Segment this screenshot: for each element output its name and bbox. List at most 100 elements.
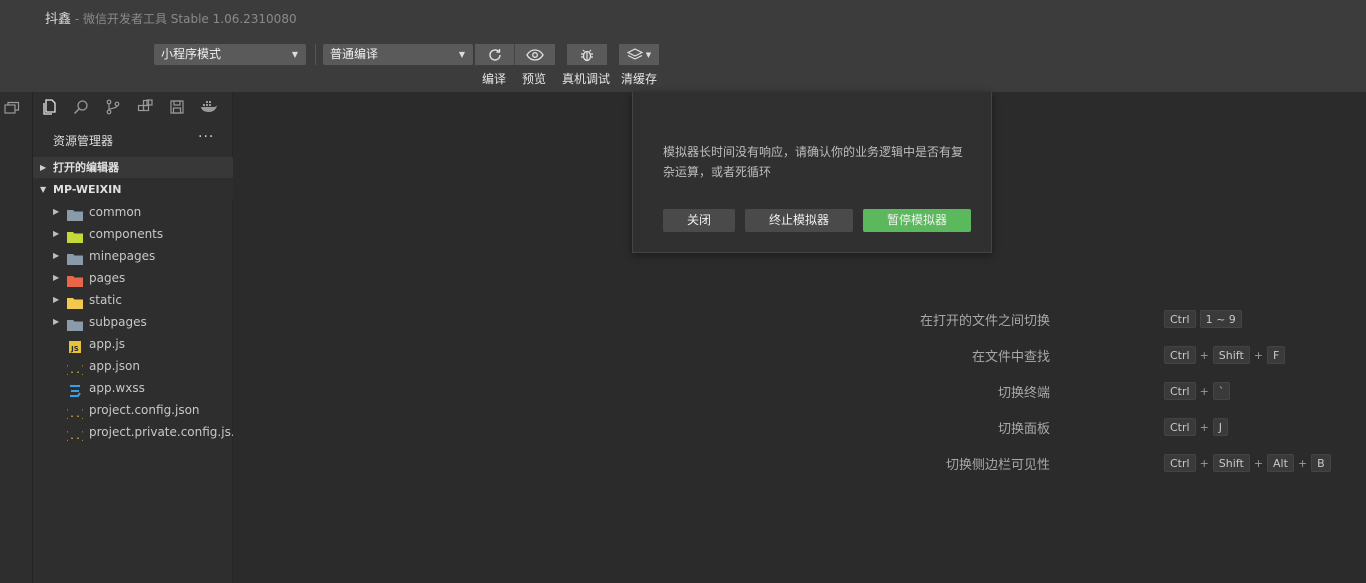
- shortcut-label: 切换侧边栏可见性: [945, 458, 1050, 473]
- explorer-tab[interactable]: [33, 92, 65, 122]
- git-branch-icon: [106, 99, 120, 115]
- shortcut-label: 切换终端: [997, 386, 1050, 401]
- svg-text:{..}: {..}: [67, 431, 83, 441]
- remote-debug-button[interactable]: [567, 44, 607, 65]
- tree-item[interactable]: {..} app.json: [33, 355, 233, 377]
- tree-item-label: app.json: [89, 359, 140, 373]
- close-button[interactable]: 关闭: [663, 209, 735, 232]
- terminate-simulator-button[interactable]: 终止模拟器: [745, 209, 853, 232]
- mode-select[interactable]: 小程序模式 ▼: [154, 44, 306, 65]
- refresh-icon: [488, 48, 501, 61]
- tree-item-label: subpages: [89, 315, 147, 329]
- plus-sign: +: [1253, 456, 1264, 470]
- key-cap: B: [1311, 454, 1331, 472]
- chevron-right-icon: ▶: [53, 295, 60, 304]
- key-cap: Ctrl: [1164, 454, 1196, 472]
- layers-icon: [626, 47, 643, 60]
- shortcut-keys: Ctrl + Shift + F: [1164, 344, 1286, 366]
- extensions-icon: [137, 99, 153, 112]
- plus-sign: +: [1253, 348, 1264, 362]
- compile-select-value: 普通编译: [330, 47, 379, 61]
- project-label: MP-WEIXIN: [53, 183, 122, 196]
- css-file-icon: [67, 382, 83, 397]
- tree-item-label: static: [89, 293, 122, 307]
- tree-item-label: app.wxss: [89, 381, 145, 395]
- shortcut-keys: Ctrl + `: [1164, 380, 1231, 402]
- open-editors-section[interactable]: ▶ 打开的编辑器: [33, 157, 233, 178]
- window-title: 抖鑫 - 微信开发者工具 Stable 1.06.2310080: [45, 8, 297, 27]
- tree-item[interactable]: app.wxss: [33, 377, 233, 399]
- tree-item-label: minepages: [89, 249, 156, 263]
- tree-item-label: components: [89, 227, 164, 241]
- tree-item[interactable]: ▶ common: [33, 201, 233, 223]
- chevron-right-icon: ▶: [40, 163, 47, 172]
- shortcut-row: 在打开的文件之间切换 Ctrl 1 ~ 9: [900, 308, 1320, 330]
- key-cap: Ctrl: [1164, 346, 1196, 364]
- clear-cache-label: 清缓存: [621, 72, 658, 86]
- shortcut-label: 在文件中查找: [971, 350, 1050, 365]
- chevron-right-icon: ▶: [53, 251, 60, 260]
- chevron-down-icon: ▼: [291, 50, 298, 59]
- plus-sign: +: [1199, 384, 1209, 398]
- tree-item[interactable]: {..} project.private.config.js...: [33, 421, 233, 443]
- chevron-right-icon: ▶: [53, 229, 60, 238]
- search-tab[interactable]: [65, 92, 97, 122]
- windows-icon: [4, 101, 20, 114]
- project-section[interactable]: ▼ MP-WEIXIN: [33, 179, 233, 200]
- docker-tab[interactable]: [193, 92, 225, 122]
- save-icon: [170, 100, 184, 114]
- shortcut-row: 切换侧边栏可见性 Ctrl + Shift + Alt + B: [900, 452, 1331, 474]
- source-control-tab[interactable]: [97, 92, 129, 122]
- key-cap: Alt: [1267, 454, 1294, 472]
- clear-cache-button[interactable]: ▼: [619, 44, 659, 65]
- shortcut-row: 在文件中查找 Ctrl + Shift + F: [900, 344, 1320, 366]
- tree-item[interactable]: ▶ subpages: [33, 311, 233, 333]
- pages-folder-icon: [67, 272, 83, 287]
- key-cap: Shift: [1212, 346, 1250, 364]
- shortcut-keys: Ctrl + Shift + Alt + B: [1164, 452, 1331, 474]
- app-name: 抖鑫: [45, 12, 72, 27]
- activity-bar: [0, 92, 33, 583]
- compile-label: 编译: [482, 72, 507, 86]
- key-cap: `: [1212, 382, 1231, 400]
- sidebar-icon-row: [33, 92, 233, 122]
- json-file-icon: {..}: [63, 404, 87, 420]
- shortcut-row: 切换终端 Ctrl + `: [900, 380, 1320, 402]
- pause-simulator-button[interactable]: 暂停模拟器: [863, 209, 971, 232]
- folder-icon: [67, 250, 83, 265]
- dialog-message: 模拟器长时间没有响应，请确认你的业务逻辑中是否有复杂运算，或者死循环: [663, 145, 964, 179]
- js-file-icon: JS: [67, 338, 83, 353]
- compile-select[interactable]: 普通编译 ▼: [323, 44, 473, 65]
- tree-item[interactable]: JS app.js: [33, 333, 233, 355]
- tree-item[interactable]: ▶ minepages: [33, 245, 233, 267]
- chevron-right-icon: ▶: [53, 317, 60, 326]
- docker-icon: [201, 101, 217, 112]
- folder-icon: [67, 206, 83, 221]
- open-editors-label: 打开的编辑器: [53, 161, 119, 174]
- key-cap: Shift: [1212, 454, 1250, 472]
- app-subtitle: - 微信开发者工具 Stable 1.06.2310080: [71, 12, 297, 26]
- storage-tab[interactable]: [161, 92, 193, 122]
- bug-icon: [581, 49, 593, 61]
- tree-item[interactable]: {..} project.config.json: [33, 399, 233, 421]
- json-file-icon: {..}: [63, 426, 87, 442]
- chevron-right-icon: ▶: [53, 207, 60, 216]
- json-file-icon: {..}: [63, 360, 87, 376]
- compile-button[interactable]: [475, 44, 515, 65]
- tree-item-label: pages: [89, 271, 126, 285]
- tree-item[interactable]: ▶ static: [33, 289, 233, 311]
- plus-sign: +: [1297, 456, 1308, 470]
- more-actions-button[interactable]: ···: [198, 129, 214, 145]
- files-icon: [43, 99, 56, 115]
- folder-icon: [67, 316, 83, 331]
- tree-item-label: project.config.json: [89, 403, 200, 417]
- shortcut-label: 在打开的文件之间切换: [919, 314, 1050, 329]
- extensions-tab[interactable]: [129, 92, 161, 122]
- tree-item-label: project.private.config.js...: [89, 425, 233, 439]
- preview-button[interactable]: [515, 44, 555, 65]
- plus-sign: +: [1199, 348, 1209, 362]
- plus-sign: +: [1199, 456, 1209, 470]
- tree-item[interactable]: ▶ pages: [33, 267, 233, 289]
- tree-item[interactable]: ▶ components: [33, 223, 233, 245]
- simulator-toggle-button[interactable]: [4, 100, 20, 119]
